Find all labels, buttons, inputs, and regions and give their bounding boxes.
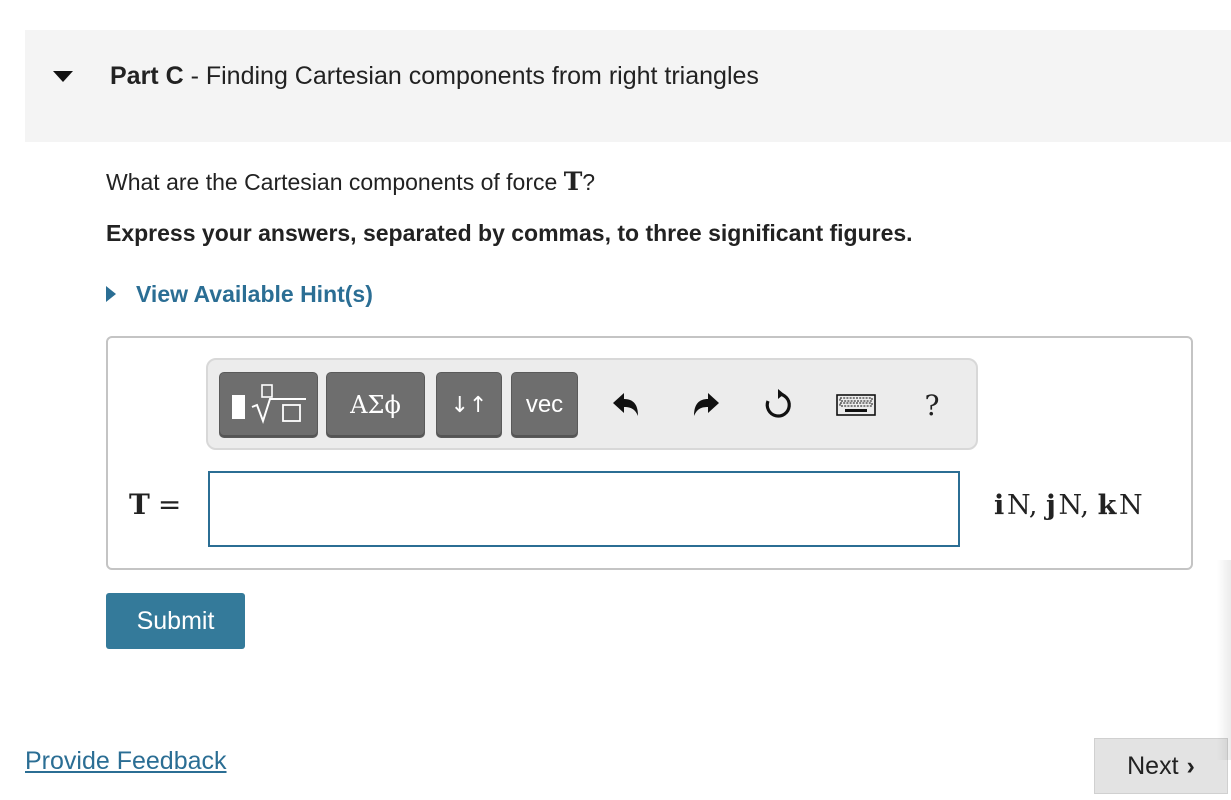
undo-icon <box>613 393 638 416</box>
unit-vector-i: i <box>994 490 1005 521</box>
instruction-text: Express your answers, separated by comma… <box>106 220 913 246</box>
answer-input[interactable] <box>208 471 960 547</box>
collapse-arrow-icon[interactable] <box>53 71 73 82</box>
provide-feedback-link[interactable]: Provide Feedback <box>25 747 227 776</box>
keyboard-icon <box>836 394 876 416</box>
next-button[interactable]: Next › <box>1094 738 1228 794</box>
question-body: What are the Cartesian components of for… <box>106 169 564 195</box>
answer-units: i N, j N, k N <box>994 490 1143 521</box>
redo-icon <box>694 393 719 416</box>
reset-icon <box>765 389 791 418</box>
next-label: Next <box>1127 751 1179 780</box>
part-separator: - <box>183 62 206 90</box>
template-sqrt-icon <box>231 384 306 425</box>
equals-sign: = <box>157 488 182 521</box>
question-symbol: T <box>563 167 583 196</box>
arrows-button[interactable]: ↓↑ <box>436 372 502 438</box>
view-hints-label: View Available Hint(s) <box>136 280 373 307</box>
question-text: What are the Cartesian components of for… <box>106 167 595 196</box>
edge-shadow <box>1217 560 1231 760</box>
greek-symbols-button[interactable]: ΑΣϕ <box>326 372 425 438</box>
reset-button[interactable] <box>756 382 800 428</box>
submit-button[interactable]: Submit <box>106 593 245 649</box>
caret-right-icon <box>106 286 116 302</box>
unit-k-label: N <box>1119 490 1143 521</box>
question-suffix: ? <box>582 169 596 195</box>
view-hints-toggle[interactable]: View Available Hint(s) <box>106 279 373 309</box>
undo-button[interactable] <box>604 382 648 428</box>
help-button[interactable]: ? <box>910 382 954 428</box>
vector-button[interactable]: vec <box>511 372 578 438</box>
unit-i-label: N, <box>1006 490 1047 521</box>
keyboard-button[interactable] <box>834 382 878 428</box>
part-label: Part C <box>110 62 184 90</box>
chevron-right-icon: › <box>1186 751 1195 780</box>
templates-button[interactable] <box>219 372 318 438</box>
part-title-text: Finding Cartesian components from right … <box>205 62 759 90</box>
answer-variable-label: T = <box>129 488 181 521</box>
unit-vector-j: j <box>1046 490 1056 521</box>
unit-j-label: N, <box>1058 490 1098 521</box>
answer-variable: T <box>129 488 150 521</box>
redo-button[interactable] <box>684 382 728 428</box>
part-title[interactable]: Part C - Finding Cartesian components fr… <box>110 62 759 91</box>
unit-vector-k: k <box>1097 490 1117 521</box>
